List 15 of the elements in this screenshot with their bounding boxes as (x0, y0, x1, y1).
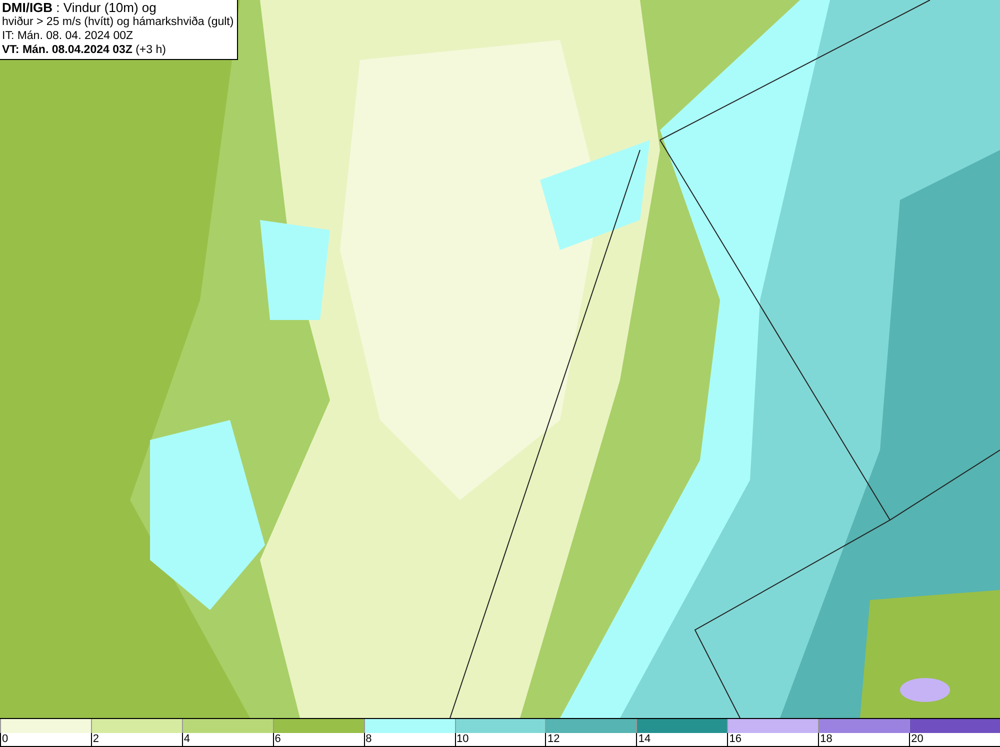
legend-label: 8 (366, 733, 372, 746)
legend-label: 0 (2, 733, 8, 746)
legend-label: 16 (729, 733, 742, 746)
legend-label: 2 (92, 733, 100, 746)
legend-label: 12 (547, 733, 560, 746)
legend-label: 4 (184, 733, 190, 746)
title-line: VT: Mán. 08.04.2024 03Z (+3 h) (2, 43, 167, 57)
legend-label: 20 (911, 733, 924, 746)
title-line: DMI/IGB : Vindur (10m) og (2, 1, 158, 15)
legend-label: 10 (456, 733, 469, 746)
legend-label: 6 (274, 733, 281, 746)
legend-label: 14 (638, 733, 651, 746)
legend-label: 18 (820, 733, 832, 746)
title-line: hviður > 25 m/s (hvítt) og hámarkshviða (gult) (2, 15, 234, 29)
title-line: IT: Mán. 08. 04. 2024 00Z (2, 29, 134, 43)
